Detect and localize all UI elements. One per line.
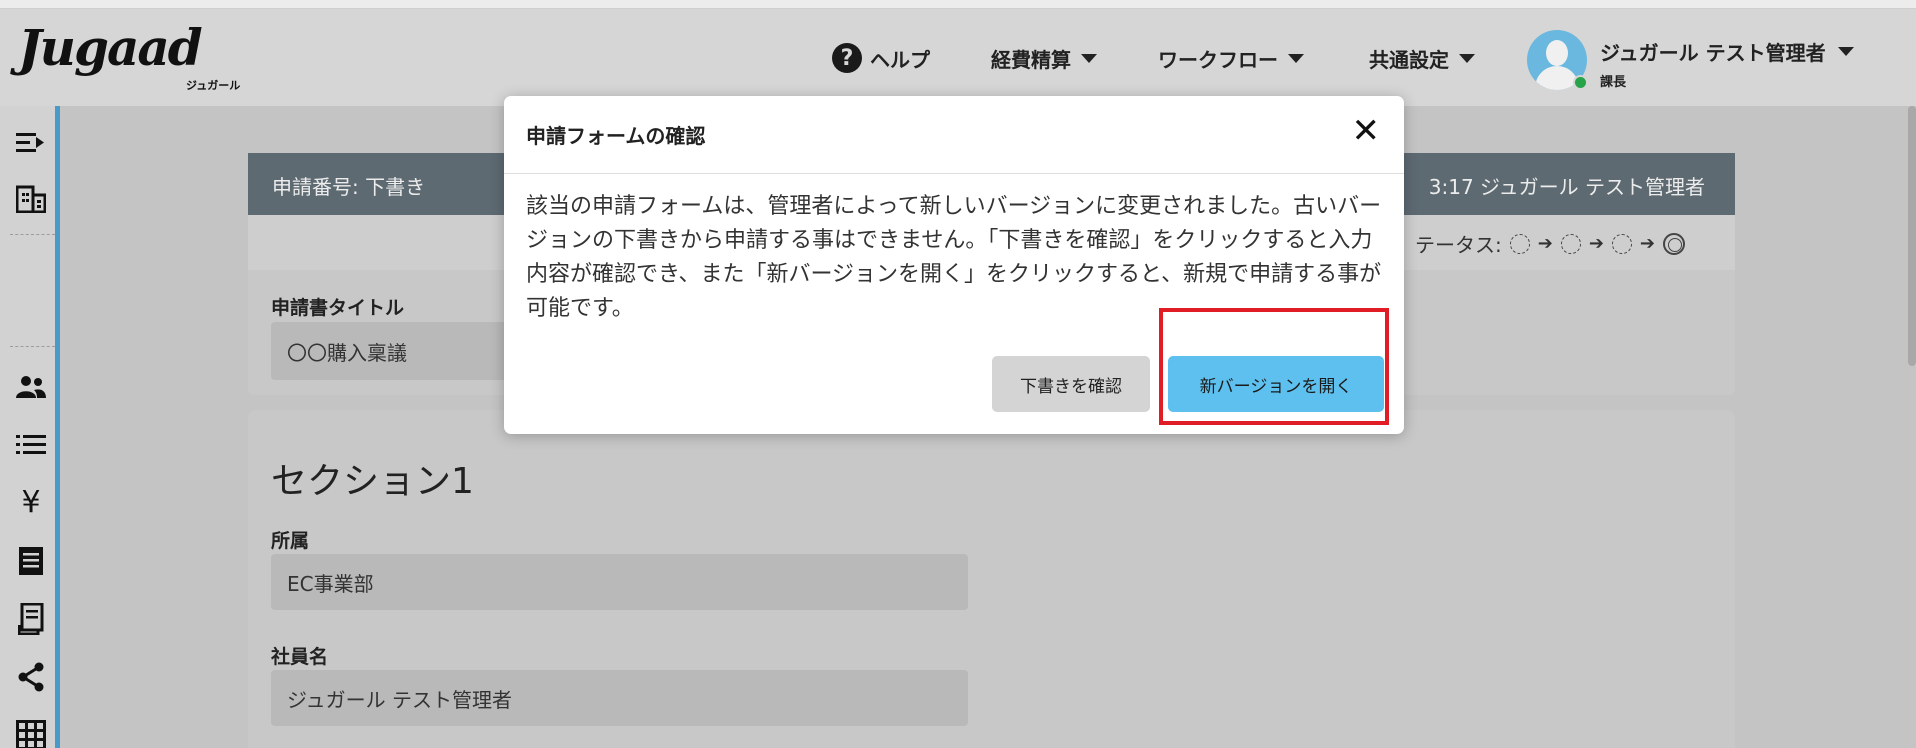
logo-subtext: ジュガール [186,79,241,92]
employee-name-label: 社員名 [271,646,329,668]
nav-expense-label: 経費精算 [991,47,1071,72]
section-title: セクション1 [271,461,474,502]
status-step-icon [1611,233,1632,254]
modal-header: 申請フォームの確認 ✕ [504,96,1404,174]
nav-common-settings[interactable]: 共通設定 [1369,9,1475,107]
chevron-down-icon [1081,53,1097,63]
nav-workflow-label: ワークフロー [1158,47,1278,72]
menu-toggle-icon[interactable] [14,126,48,160]
logo-text: Jugaad [18,18,203,77]
top-strip [0,0,1916,8]
avatar-body [1535,66,1579,90]
chevron-down-icon [1459,53,1475,63]
status-final-icon [1663,232,1685,255]
status-step-icon [1509,233,1530,254]
share-icon[interactable] [14,660,48,694]
nav-expense[interactable]: 経費精算 [991,9,1097,107]
document-icon[interactable] [14,544,48,578]
close-icon[interactable]: ✕ [1352,114,1381,148]
arrow-right-icon: ➔ [1537,233,1553,254]
employee-name-field[interactable]: ジュガール テスト管理者 [271,670,968,726]
arrow-right-icon: ➔ [1588,233,1604,254]
chevron-down-icon [1288,53,1304,63]
sidebar-divider [10,234,55,235]
department-label: 所属 [271,530,310,552]
sidebar: ¥ [0,106,60,748]
user-role: 課長 [1600,75,1627,90]
logo[interactable]: Jugaad ジュガール [18,18,240,93]
modal-message: 該当の申請フォームは、管理者によって新しいバージョンに変更されました。古いバージ… [526,194,1382,321]
highlight-box [1159,308,1389,425]
user-menu[interactable]: ジュガール テスト管理者 [1600,37,1854,66]
arrow-right-icon: ➔ [1639,233,1655,254]
nav-common-settings-label: 共通設定 [1369,47,1449,72]
status-flow: テータス: ➔ ➔ ➔ [1415,229,1685,258]
application-meta: 3:17 ジュガール テスト管理者 [1428,175,1705,199]
nav-help-label: ヘルプ [870,47,930,72]
receipt-icon[interactable] [14,602,48,636]
user-name: ジュガール テスト管理者 [1600,41,1826,65]
grid-icon[interactable] [14,718,48,748]
app-header: Jugaad ジュガール ? ヘルプ 経費精算 ワークフロー 共通設定 ジュガー… [0,8,1916,106]
status-step-icon [1560,233,1581,254]
department-field[interactable]: EC事業部 [271,554,968,610]
sidebar-divider [10,346,55,347]
chevron-down-icon [1837,47,1854,56]
modal-title: 申請フォームの確認 [526,124,706,148]
application-number: 申請番号: 下書き [272,175,426,199]
page-scrollbar[interactable] [1908,106,1916,366]
yen-icon[interactable]: ¥ [14,486,48,520]
users-icon[interactable] [14,370,48,404]
review-draft-button[interactable]: 下書きを確認 [992,356,1150,412]
avatar-head [1546,40,1568,66]
help-icon: ? [832,43,862,73]
nav-workflow[interactable]: ワークフロー [1158,9,1304,107]
list-icon[interactable] [14,428,48,462]
online-status-icon [1573,75,1588,90]
nav-help[interactable]: ? ヘルプ [832,9,930,107]
title-label: 申請書タイトル [271,297,405,319]
status-label: テータス: [1414,233,1502,257]
title-field[interactable]: 〇〇購入稟議 [271,322,511,380]
building-icon[interactable] [14,182,48,216]
